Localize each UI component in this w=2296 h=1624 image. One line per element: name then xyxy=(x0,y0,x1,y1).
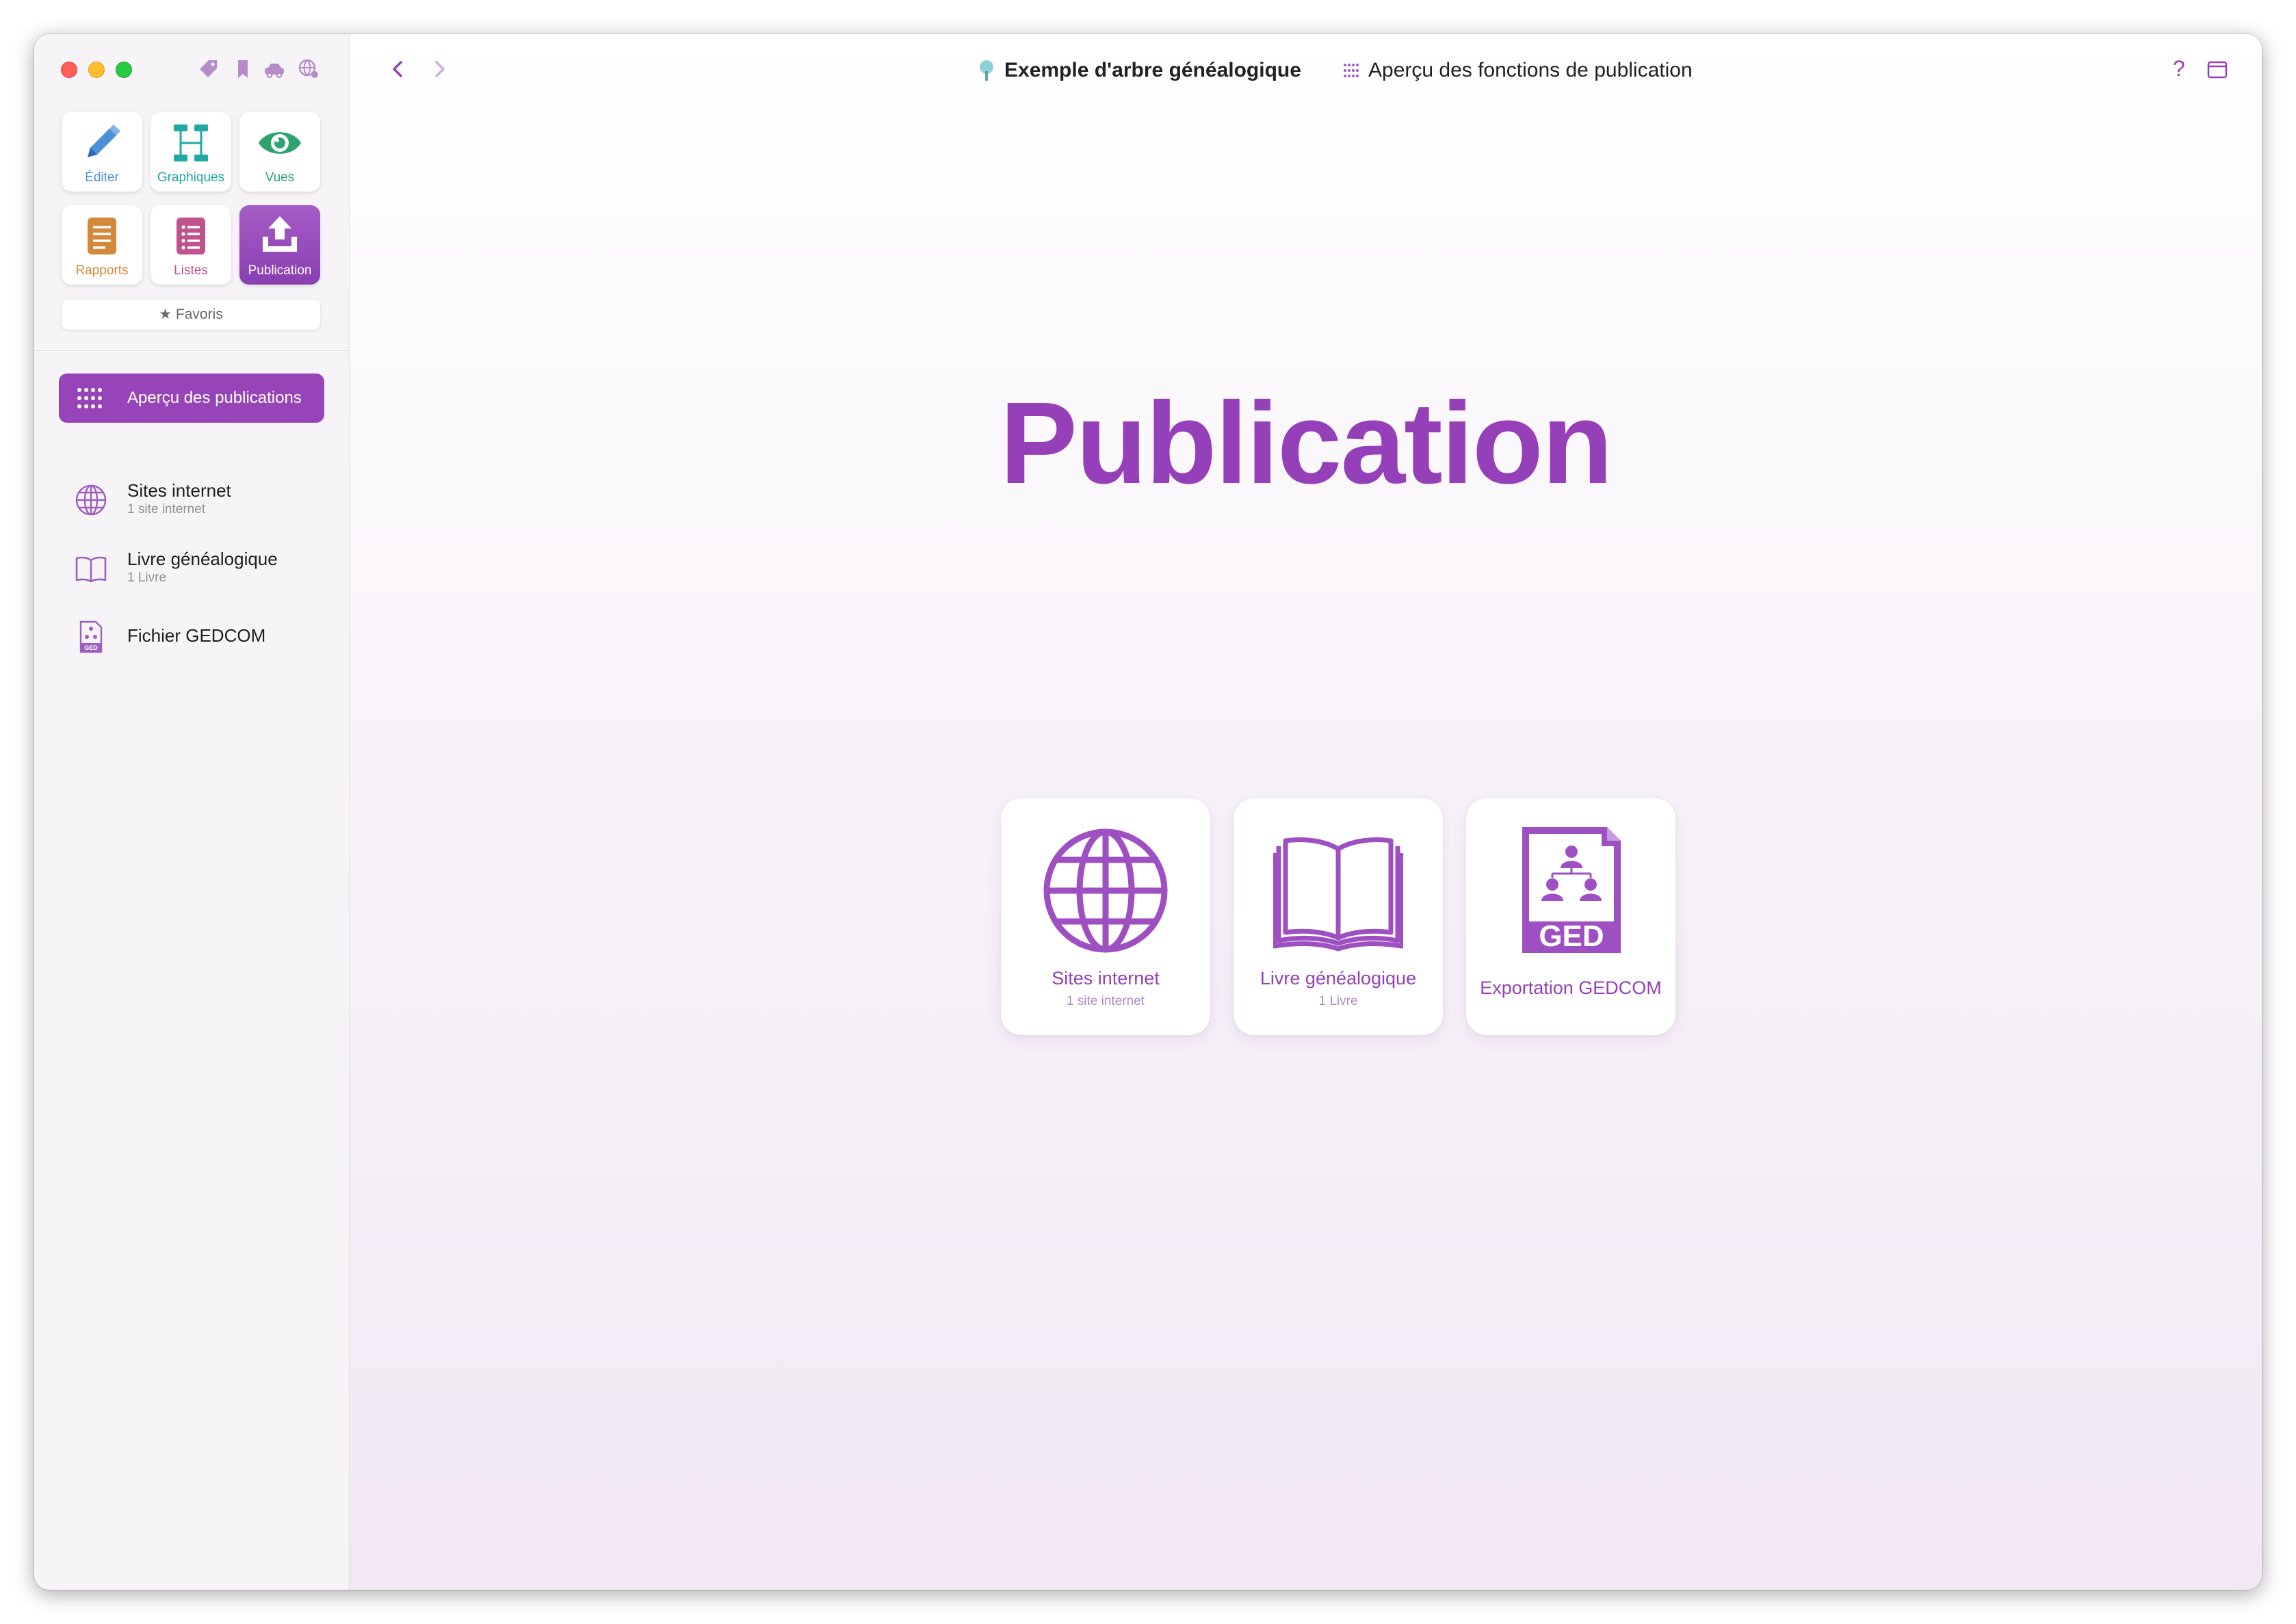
pencil-icon xyxy=(88,125,120,157)
sidebar-item-publications-overview[interactable]: Aperçu des publications xyxy=(59,374,324,423)
report-icon xyxy=(88,218,116,254)
card-subtitle: 1 Livre xyxy=(1318,994,1358,1008)
card-title: Livre généalogique xyxy=(1260,968,1417,988)
card-title: Exportation GEDCOM xyxy=(1480,978,1662,998)
grid-dots-icon xyxy=(1344,64,1359,77)
sidebar-item-title: Livre généalogique xyxy=(127,549,278,569)
chart-tree-icon xyxy=(174,125,208,161)
tree-icon xyxy=(980,60,993,81)
module-label: Publication xyxy=(248,263,312,278)
bookmark-icon[interactable] xyxy=(231,57,255,81)
minimize-window-button[interactable] xyxy=(88,62,105,78)
sidebar: Éditer Graphiques Vues Rapports Listes P… xyxy=(34,34,350,1590)
help-button[interactable]: ? xyxy=(2173,56,2185,81)
card-title: Sites internet xyxy=(1052,968,1160,988)
module-charts-tile[interactable]: Graphiques xyxy=(151,112,231,192)
people-car-icon[interactable] xyxy=(263,57,286,81)
module-label: Graphiques xyxy=(157,170,225,185)
view-title: Aperçu des fonctions de publication xyxy=(1368,59,1693,81)
sidebar-item-websites[interactable]: Sites internet 1 site internet xyxy=(59,472,324,527)
tag-icon[interactable] xyxy=(197,57,220,81)
grid-dots-icon xyxy=(77,388,102,408)
ged-badge: GED xyxy=(84,644,98,651)
back-chevron-icon[interactable] xyxy=(388,59,408,79)
module-edit-tile[interactable]: Éditer xyxy=(62,112,142,192)
module-lists-tile[interactable]: Listes xyxy=(151,205,231,285)
book-icon xyxy=(75,556,107,583)
card-genealogy-book[interactable]: Livre généalogique 1 Livre xyxy=(1234,798,1443,1035)
star-icon: ★ xyxy=(159,306,172,322)
favorites-label: Favoris xyxy=(175,306,223,322)
zoom-window-button[interactable] xyxy=(116,62,132,78)
card-websites[interactable]: Sites internet 1 site internet xyxy=(1001,798,1210,1035)
sidebar-item-subtitle: 1 Livre xyxy=(127,571,167,585)
forward-chevron-icon[interactable] xyxy=(429,59,449,79)
book-icon xyxy=(1273,837,1403,952)
gedcom-file-icon: GED xyxy=(1522,827,1621,953)
module-label: Vues xyxy=(265,170,295,185)
gedcom-file-icon: GED xyxy=(79,620,103,653)
sidebar-item-subtitle: 1 site internet xyxy=(127,502,206,516)
module-label: Rapports xyxy=(75,263,129,278)
module-label: Listes xyxy=(174,263,208,278)
card-subtitle: 1 site internet xyxy=(1066,994,1145,1008)
sidebar-item-title: Sites internet xyxy=(127,480,231,501)
module-label: Éditer xyxy=(85,170,119,185)
ged-badge: GED xyxy=(1539,919,1604,953)
favorites-button[interactable]: ★ Favoris xyxy=(62,300,320,330)
module-publication-tile[interactable]: Publication xyxy=(239,205,320,285)
module-views-tile[interactable]: Vues xyxy=(239,112,320,192)
window-panel-icon[interactable] xyxy=(2207,60,2228,79)
document-title: Exemple d'arbre généalogique xyxy=(1004,59,1301,81)
sidebar-item-title: Fichier GEDCOM xyxy=(127,625,266,646)
close-window-button[interactable] xyxy=(61,62,77,78)
module-reports-tile[interactable]: Rapports xyxy=(62,205,142,285)
sidebar-item-label: Aperçu des publications xyxy=(127,389,302,407)
list-icon xyxy=(177,218,205,254)
eye-icon xyxy=(259,132,301,154)
globe-icon xyxy=(1043,828,1168,953)
sidebar-divider xyxy=(34,350,349,351)
card-gedcom-export[interactable]: GED Exportation GEDCOM xyxy=(1466,798,1675,1035)
sidebar-item-gedcom-file[interactable]: GED Fichier GEDCOM xyxy=(59,609,324,664)
sidebar-item-genealogy-book[interactable]: Livre généalogique 1 Livre xyxy=(59,540,324,595)
main-content: Exemple d'arbre généalogique Aperçu des … xyxy=(350,34,2262,1590)
app-window: Éditer Graphiques Vues Rapports Listes P… xyxy=(34,34,2262,1590)
research-globe-icon[interactable] xyxy=(297,57,320,81)
globe-icon xyxy=(75,484,107,516)
upload-tray-icon xyxy=(263,216,297,252)
page-title: Publication xyxy=(1000,378,1613,508)
